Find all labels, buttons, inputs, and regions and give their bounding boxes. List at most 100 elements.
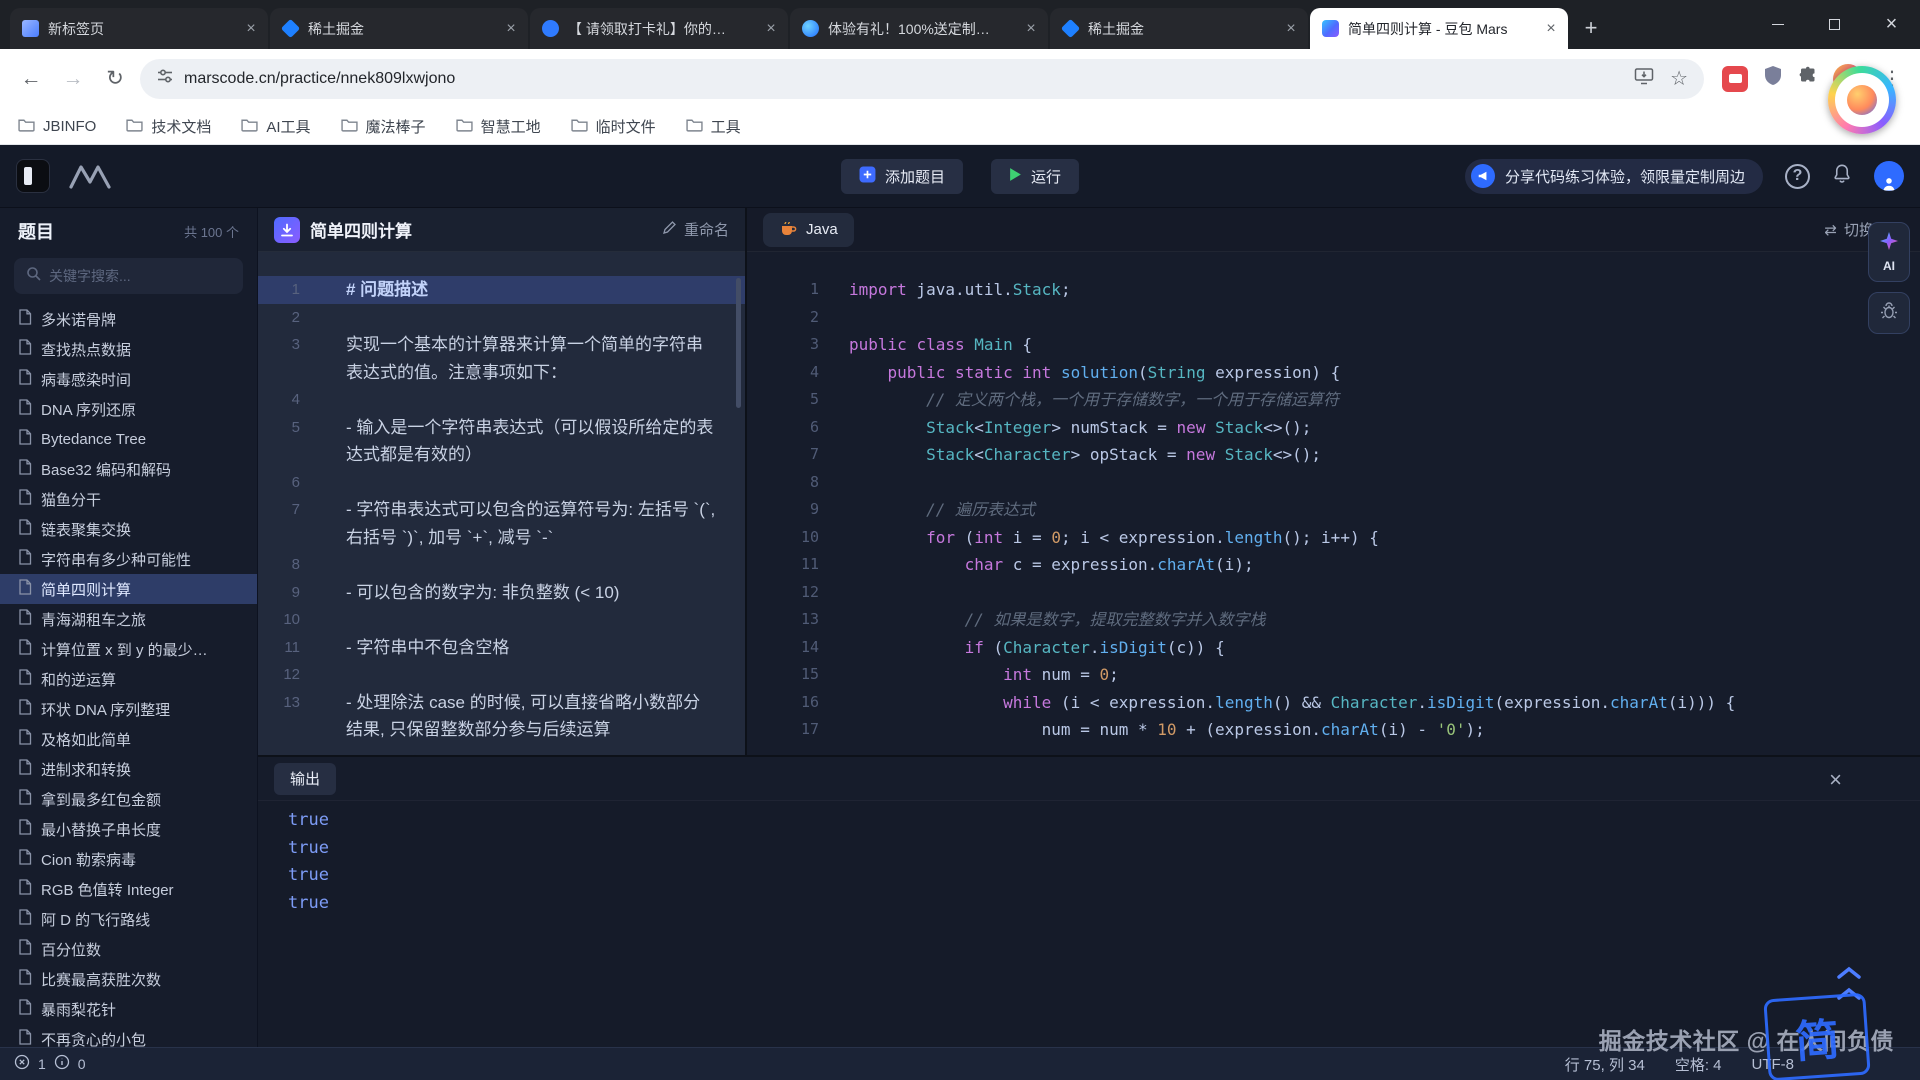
browser-tab[interactable]: 新标签页× bbox=[10, 8, 268, 49]
code-editor[interactable]: 1import java.util.Stack;23public class M… bbox=[747, 252, 1920, 755]
promo-banner[interactable]: 分享代码练习体验，领限量定制周边 bbox=[1465, 159, 1763, 194]
sidebar-problem-item[interactable]: 拿到最多红包金额 bbox=[0, 784, 257, 814]
extension-icon-red[interactable] bbox=[1722, 66, 1748, 92]
problem-scrollbar[interactable] bbox=[736, 278, 741, 408]
code-line[interactable]: 9 // 遍历表达式 bbox=[747, 496, 1920, 524]
sidebar-problem-item[interactable]: Cion 勒索病毒 bbox=[0, 844, 257, 874]
markdown-line[interactable]: 13- 处理除法 case 的时候, 可以直接省略小数部分结果, 只保留整数部分… bbox=[258, 689, 745, 744]
code-line[interactable]: 2 bbox=[747, 304, 1920, 332]
sidebar-problem-item[interactable]: 简单四则计算 bbox=[0, 574, 257, 604]
sidebar-problem-item[interactable]: Base32 编码和解码 bbox=[0, 454, 257, 484]
run-button[interactable]: 运行 bbox=[991, 159, 1079, 194]
sidebar-problem-item[interactable]: 猫鱼分干 bbox=[0, 484, 257, 514]
sidebar-problem-item[interactable]: 最小替换子串长度 bbox=[0, 814, 257, 844]
code-line[interactable]: 14 if (Character.isDigit(c)) { bbox=[747, 634, 1920, 662]
sidebar-problem-item[interactable]: 病毒感染时间 bbox=[0, 364, 257, 394]
new-tab-button[interactable]: + bbox=[1576, 13, 1606, 43]
forward-button[interactable]: → bbox=[56, 62, 90, 96]
markdown-line[interactable]: 3实现一个基本的计算器来计算一个简单的字符串表达式的值。注意事项如下： bbox=[258, 331, 745, 386]
code-line[interactable]: 6 Stack<Integer> numStack = new Stack<>(… bbox=[747, 414, 1920, 442]
send-to-device-icon[interactable] bbox=[1634, 67, 1654, 90]
back-button[interactable]: ← bbox=[14, 62, 48, 96]
markdown-line[interactable]: 11- 字符串中不包含空格 bbox=[258, 634, 745, 662]
sidebar-problem-item[interactable]: 链表聚集交换 bbox=[0, 514, 257, 544]
sidebar-problem-item[interactable]: 青海湖租车之旅 bbox=[0, 604, 257, 634]
tab-close-icon[interactable]: × bbox=[502, 20, 520, 38]
minimize-button[interactable] bbox=[1749, 0, 1806, 49]
debug-button[interactable] bbox=[1868, 292, 1910, 334]
browser-tab[interactable]: 【 请领取打卡礼】你的…× bbox=[530, 8, 788, 49]
bookmark-item[interactable]: 临时文件 bbox=[571, 116, 656, 137]
tab-close-icon[interactable]: × bbox=[242, 20, 260, 38]
sidebar-problem-item[interactable]: 百分位数 bbox=[0, 934, 257, 964]
sidebar-problem-item[interactable]: 环状 DNA 序列整理 bbox=[0, 694, 257, 724]
sidebar-problem-item[interactable]: 不再贪心的小包 bbox=[0, 1024, 257, 1047]
code-line[interactable]: 5 // 定义两个栈，一个用于存储数字，一个用于存储运算符 bbox=[747, 386, 1920, 414]
markdown-line[interactable]: 6 bbox=[258, 469, 745, 497]
markdown-line[interactable]: 12 bbox=[258, 661, 745, 689]
sidebar-problem-item[interactable]: 及格如此简单 bbox=[0, 724, 257, 754]
markdown-line[interactable]: 1# 问题描述 bbox=[258, 276, 745, 304]
output-tab[interactable]: 输出 bbox=[274, 763, 336, 795]
maximize-button[interactable] bbox=[1806, 0, 1863, 49]
user-avatar[interactable] bbox=[1874, 161, 1904, 191]
rename-button[interactable]: 重命名 bbox=[662, 219, 729, 240]
sidebar-problem-item[interactable]: 暴雨梨花针 bbox=[0, 994, 257, 1024]
bookmark-item[interactable]: JBINFO bbox=[18, 117, 96, 136]
language-tab[interactable]: Java bbox=[763, 213, 854, 247]
markdown-line[interactable]: 5- 输入是一个字符串表达式（可以假设所给定的表达式都是有效的） bbox=[258, 414, 745, 469]
tab-close-icon[interactable]: × bbox=[1542, 20, 1560, 38]
sidebar-problem-item[interactable]: 和的逆运算 bbox=[0, 664, 257, 694]
markdown-line[interactable]: 2 bbox=[258, 304, 745, 332]
info-count-icon[interactable] bbox=[54, 1054, 70, 1074]
tab-close-icon[interactable]: × bbox=[762, 20, 780, 38]
sidebar-problem-item[interactable]: Bytedance Tree bbox=[0, 424, 257, 454]
search-input[interactable] bbox=[49, 268, 231, 284]
code-line[interactable]: 4 public static int solution(String expr… bbox=[747, 359, 1920, 387]
close-button[interactable]: × bbox=[1863, 0, 1920, 49]
sidebar-problem-item[interactable]: 比赛最高获胜次数 bbox=[0, 964, 257, 994]
error-count-icon[interactable] bbox=[14, 1054, 30, 1074]
code-line[interactable]: 3public class Main { bbox=[747, 331, 1920, 359]
problem-editor[interactable]: 1# 问题描述23实现一个基本的计算器来计算一个简单的字符串表达式的值。注意事项… bbox=[258, 252, 745, 755]
code-line[interactable]: 16 while (i < expression.length() && Cha… bbox=[747, 689, 1920, 717]
code-line[interactable]: 13 // 如果是数字，提取完整数字并入数字栈 bbox=[747, 606, 1920, 634]
code-line[interactable]: 8 bbox=[747, 469, 1920, 497]
sidebar-toggle[interactable] bbox=[16, 159, 50, 193]
output-close-button[interactable]: × bbox=[1829, 767, 1842, 793]
markdown-line[interactable]: 8 bbox=[258, 551, 745, 579]
browser-tab[interactable]: 简单四则计算 - 豆包 Mars× bbox=[1310, 8, 1568, 49]
search-box[interactable] bbox=[14, 258, 243, 294]
code-line[interactable]: 17 num = num * 10 + (expression.charAt(i… bbox=[747, 716, 1920, 744]
bookmark-item[interactable]: 技术文档 bbox=[126, 116, 211, 137]
reload-button[interactable]: ↻ bbox=[98, 62, 132, 96]
add-problem-button[interactable]: 添加题目 bbox=[841, 159, 963, 194]
code-line[interactable]: 1import java.util.Stack; bbox=[747, 276, 1920, 304]
browser-tab[interactable]: 稀土掘金× bbox=[1050, 8, 1308, 49]
extensions-puzzle-icon[interactable] bbox=[1798, 66, 1818, 91]
code-line[interactable]: 15 int num = 0; bbox=[747, 661, 1920, 689]
bookmark-item[interactable]: 工具 bbox=[686, 116, 741, 137]
bookmark-item[interactable]: AI工具 bbox=[241, 116, 310, 137]
browser-tab[interactable]: 体验有礼！100%送定制…× bbox=[790, 8, 1048, 49]
sidebar-problem-item[interactable]: 多米诺骨牌 bbox=[0, 304, 257, 334]
indent-info[interactable]: 空格: 4 bbox=[1675, 1054, 1722, 1075]
sidebar-problem-item[interactable]: 阿 D 的飞行路线 bbox=[0, 904, 257, 934]
bookmark-item[interactable]: 魔法棒子 bbox=[341, 116, 426, 137]
sidebar-problem-item[interactable]: RGB 色值转 Integer bbox=[0, 874, 257, 904]
floating-logo[interactable] bbox=[1828, 66, 1896, 134]
markdown-line[interactable]: 7- 字符串表达式可以包含的运算符号为: 左括号 `(`, 右括号 `)`, 加… bbox=[258, 496, 745, 551]
code-line[interactable]: 12 bbox=[747, 579, 1920, 607]
cursor-position[interactable]: 行 75, 列 34 bbox=[1565, 1054, 1645, 1075]
bookmark-item[interactable]: 智慧工地 bbox=[456, 116, 541, 137]
sidebar-problem-item[interactable]: 字符串有多少种可能性 bbox=[0, 544, 257, 574]
browser-tab[interactable]: 稀土掘金× bbox=[270, 8, 528, 49]
code-line[interactable]: 11 char c = expression.charAt(i); bbox=[747, 551, 1920, 579]
markdown-line[interactable]: 10 bbox=[258, 606, 745, 634]
help-icon[interactable]: ? bbox=[1785, 164, 1810, 189]
sidebar-problem-item[interactable]: 计算位置 x 到 y 的最少… bbox=[0, 634, 257, 664]
sidebar-problem-item[interactable]: DNA 序列还原 bbox=[0, 394, 257, 424]
markdown-line[interactable]: 9- 可以包含的数字为: 非负整数 (< 10) bbox=[258, 579, 745, 607]
sidebar-problem-item[interactable]: 查找热点数据 bbox=[0, 334, 257, 364]
code-line[interactable]: 7 Stack<Character> opStack = new Stack<>… bbox=[747, 441, 1920, 469]
